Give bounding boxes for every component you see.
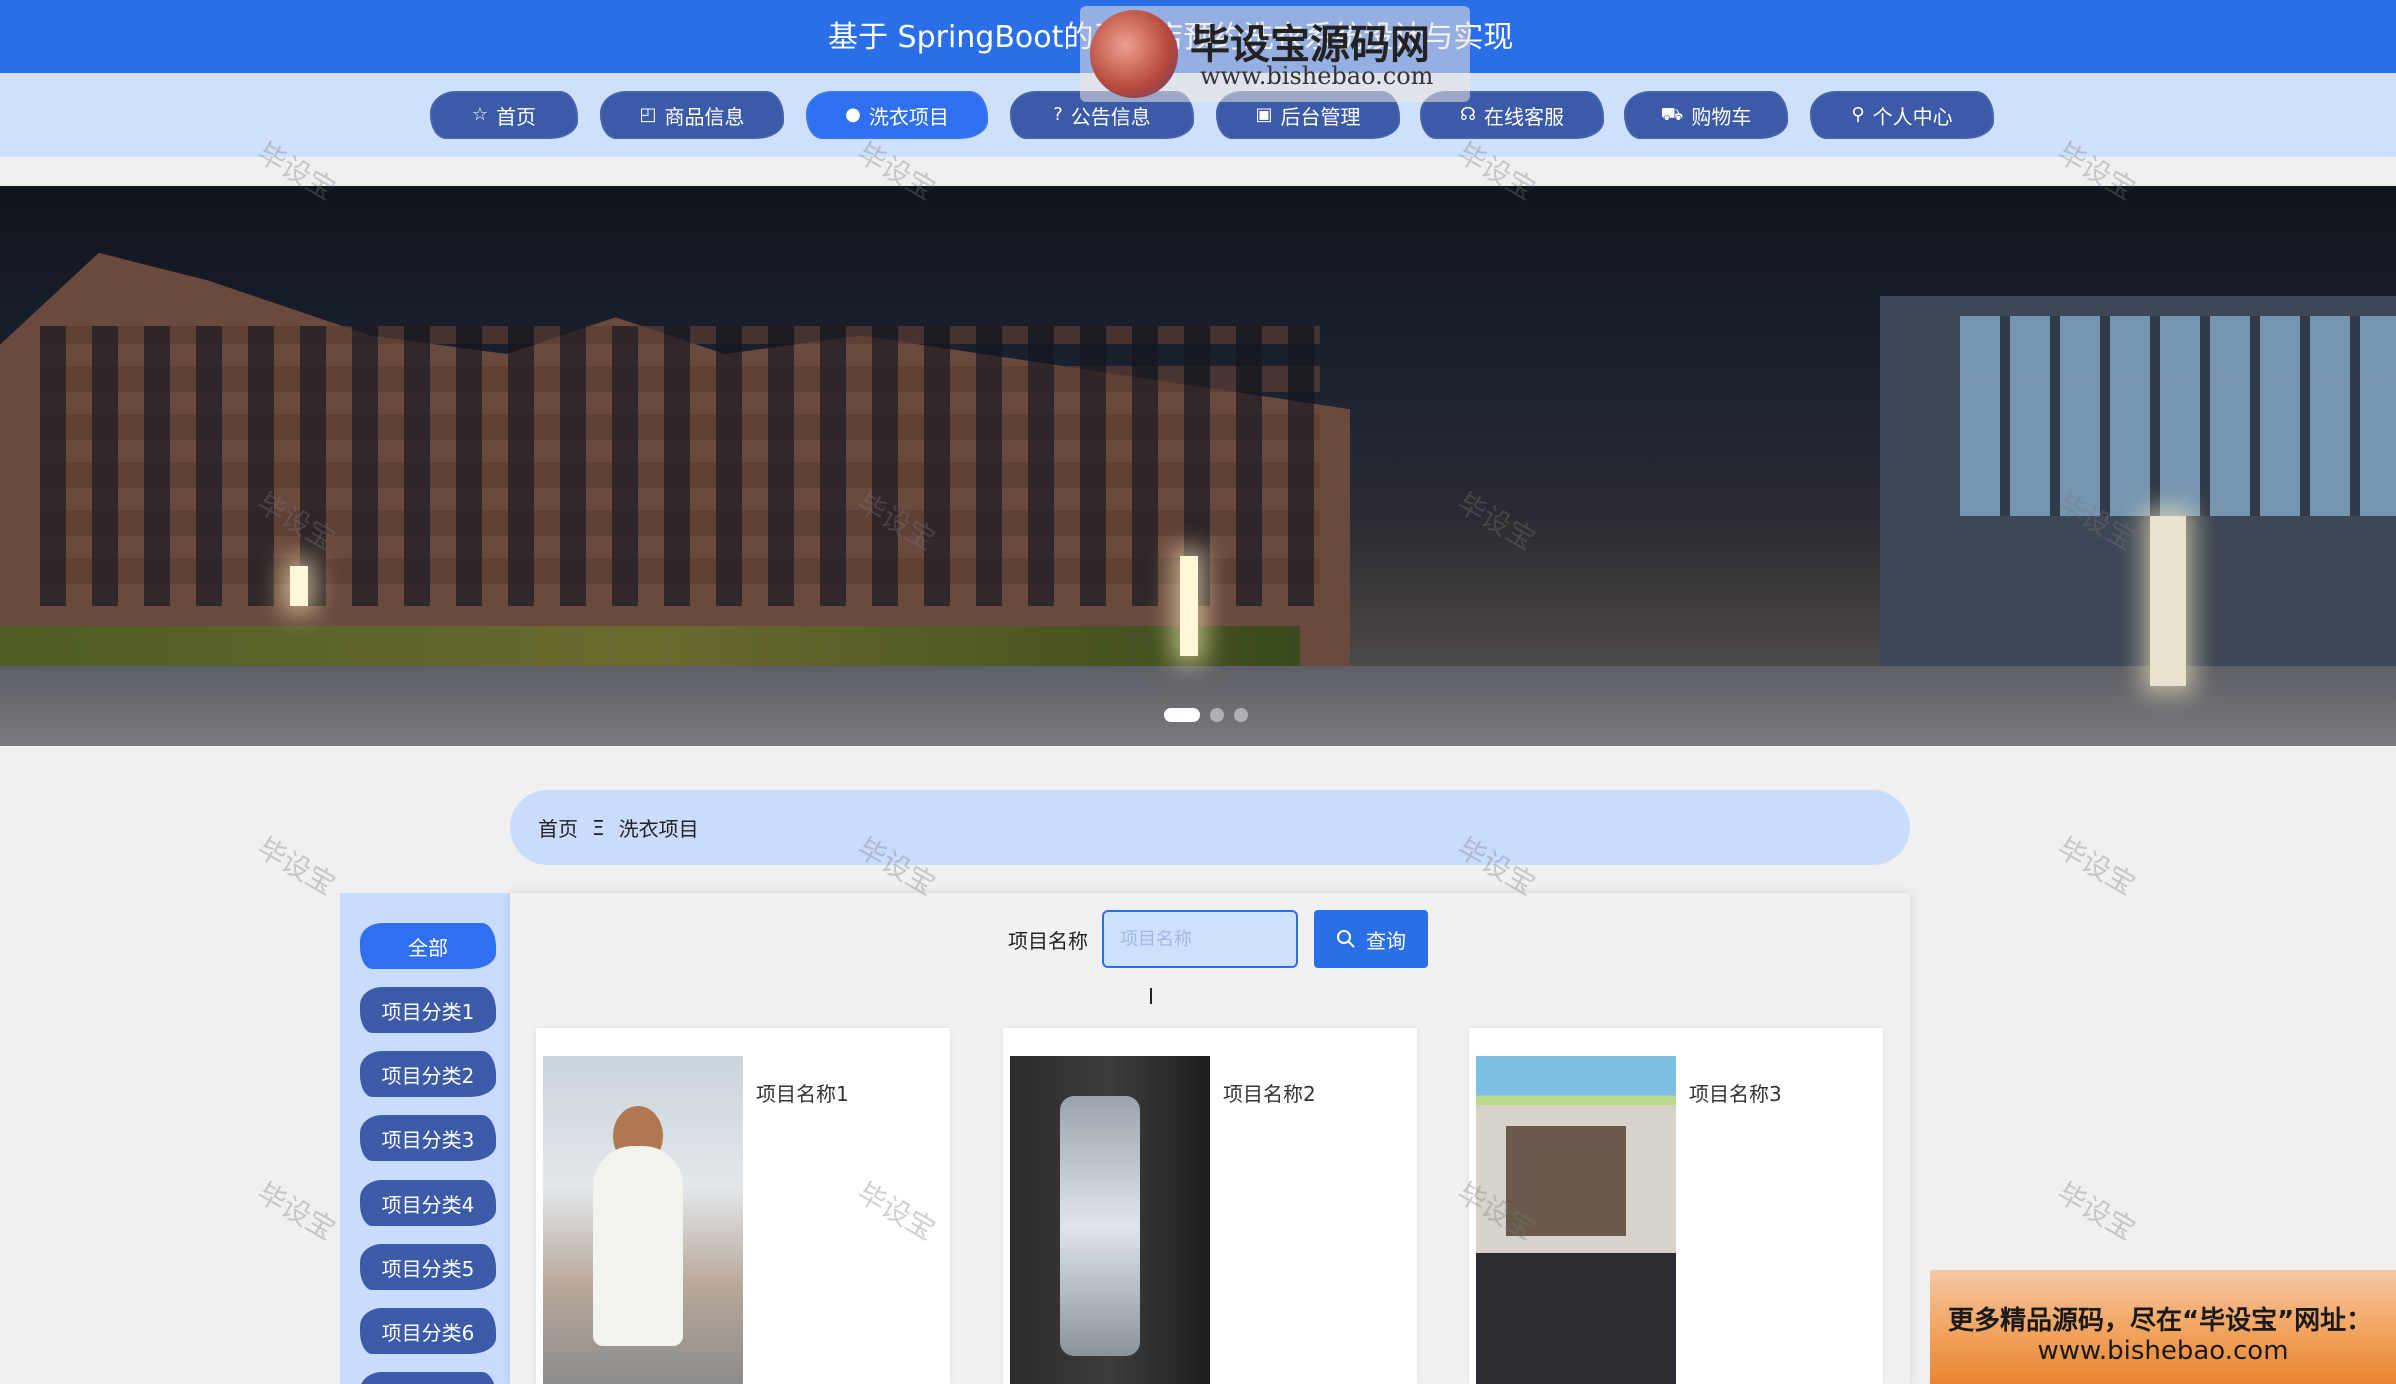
headset-icon: ☊ (1460, 104, 1476, 125)
project-name[interactable]: 项目名称2 (1223, 1078, 1316, 1107)
nav-item-label: 商品信息 (664, 104, 745, 129)
project-image[interactable] (1010, 1056, 1210, 1384)
category-sidebar: 全部 项目分类1 项目分类2 项目分类3 项目分类4 项目分类5 项目分类6 (340, 893, 510, 1384)
project-name[interactable]: 项目名称3 (1689, 1078, 1782, 1107)
watermark-text: 毕设宝 (251, 831, 341, 902)
cart-icon: ⛟ (1660, 104, 1684, 125)
category-item[interactable]: 项目分类3 (360, 1115, 496, 1161)
info-icon: ● (845, 104, 861, 125)
project-image-clothes-rack (1060, 1096, 1140, 1356)
carousel-indicators (1164, 708, 1248, 722)
carousel-dot[interactable] (1234, 708, 1248, 722)
search-bar: 项目名称 查询 (1008, 910, 1428, 968)
search-label: 项目名称 (1008, 928, 1088, 953)
breadcrumb-current: 洗衣项目 (618, 817, 699, 841)
category-item[interactable]: 项目分类1 (360, 987, 496, 1033)
banner-lamp (1180, 556, 1198, 656)
carousel-dot[interactable] (1210, 708, 1224, 722)
logo-mascot-icon (1090, 10, 1178, 98)
search-button[interactable]: 查询 (1314, 910, 1428, 968)
breadcrumb-home[interactable]: 首页 (538, 813, 578, 842)
category-item[interactable]: 项目分类5 (360, 1244, 496, 1290)
watermark-logo: 毕设宝源码网 www.bishebao.com (1080, 6, 1470, 102)
promo-line-2[interactable]: www.bishebao.com (1930, 1336, 2396, 1366)
banner-carousel[interactable] (0, 186, 2396, 746)
nav-item-label: 洗衣项目 (868, 104, 949, 129)
nav-item-label: 个人中心 (1872, 104, 1953, 129)
nav-item-label: 公告信息 (1070, 104, 1151, 129)
promo-banner[interactable]: 更多精品源码，尽在“毕设宝”网址： www.bishebao.com (1930, 1270, 2396, 1384)
project-image[interactable] (543, 1056, 743, 1384)
nav-item-label: 后台管理 (1280, 104, 1361, 129)
watermark-text: 毕设宝 (2051, 1176, 2141, 1247)
search-input[interactable] (1102, 910, 1298, 968)
mouse-cursor-icon (1150, 988, 1162, 1004)
watermark-logo-url: www.bishebao.com (1200, 62, 1434, 90)
briefcase-icon: ▣ (1255, 104, 1273, 125)
category-item[interactable]: 项目分类2 (360, 1051, 496, 1097)
breadcrumb: 首页 Ξ 洗衣项目 (510, 790, 1910, 865)
project-image-person (593, 1146, 683, 1346)
user-icon: ⚲ (1851, 104, 1865, 125)
project-name[interactable]: 项目名称1 (756, 1078, 849, 1107)
nav-item-profile[interactable]: ⚲ 个人中心 (1810, 91, 1994, 139)
watermark-text: 毕设宝 (2051, 831, 2141, 902)
banner-image-road (0, 666, 2396, 746)
banner-lamp (290, 566, 308, 606)
nav-item-home[interactable]: ☆ 首页 (430, 91, 578, 139)
banner-lamp (2150, 516, 2186, 686)
breadcrumb-separator-icon: Ξ (592, 815, 605, 840)
project-card[interactable]: 项目名称2 (1003, 1028, 1417, 1384)
banner-image-glass (1960, 316, 2396, 516)
category-all[interactable]: 全部 (360, 923, 496, 969)
search-icon (1337, 930, 1355, 948)
category-item[interactable]: 项目分类6 (360, 1308, 496, 1354)
promo-line-1: 更多精品源码，尽在“毕设宝”网址： (1948, 1306, 2373, 1336)
bag-icon: ◰ (639, 104, 657, 125)
banner-image-windows (40, 326, 1320, 606)
nav-item-label: 首页 (496, 104, 537, 129)
nav-item-products[interactable]: ◰ 商品信息 (600, 91, 784, 139)
question-icon: ? (1053, 104, 1063, 125)
category-item[interactable]: 项目分类4 (360, 1180, 496, 1226)
carousel-dot[interactable] (1164, 708, 1200, 722)
nav-item-label: 在线客服 (1484, 104, 1564, 129)
star-icon: ☆ (471, 104, 489, 125)
nav-item-laundry-projects[interactable]: ● 洗衣项目 (806, 91, 988, 139)
search-button-label: 查询 (1366, 930, 1406, 953)
category-item-partial[interactable] (360, 1372, 496, 1384)
watermark-text: 毕设宝 (251, 1176, 341, 1247)
nav-item-label: 购物车 (1691, 104, 1752, 129)
nav-item-cart[interactable]: ⛟ 购物车 (1624, 91, 1788, 139)
